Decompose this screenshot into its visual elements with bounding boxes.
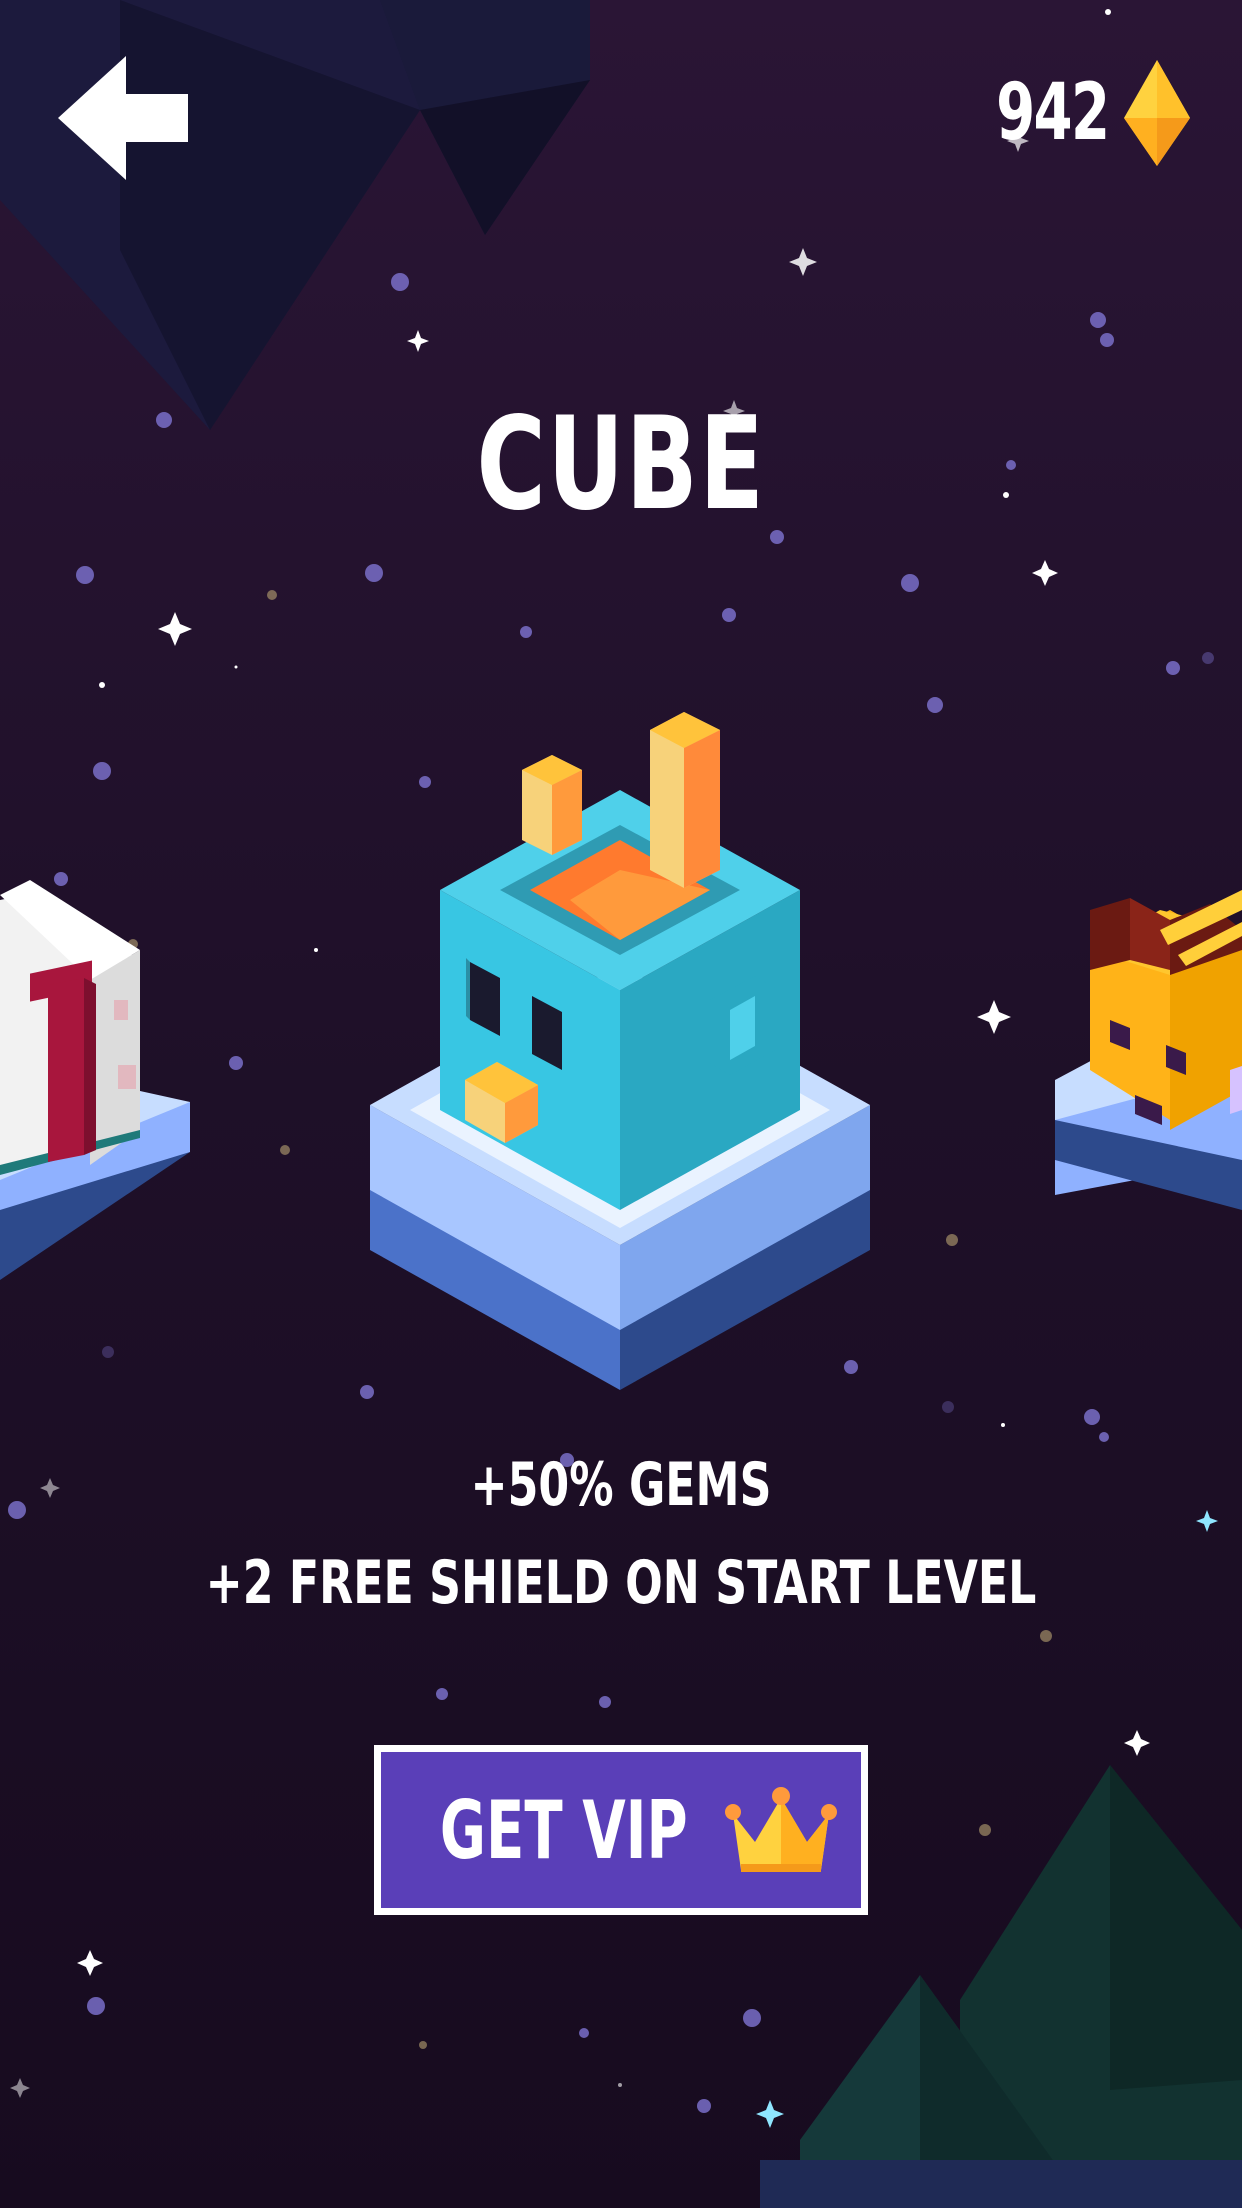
perk-gems: +50% GEMS xyxy=(470,1450,772,1520)
diamond-gem-icon xyxy=(1124,60,1190,166)
white-cube-character xyxy=(0,880,190,1280)
center-character[interactable] xyxy=(370,700,870,1400)
yellow-striped-cube-character xyxy=(1055,890,1242,1210)
perk-shield: +2 FREE SHIELD ON START LEVEL xyxy=(205,1548,1037,1618)
get-vip-label: GET VIP xyxy=(440,1783,688,1877)
crown-icon xyxy=(724,1787,837,1872)
character-name: CUBE xyxy=(476,390,766,539)
character-select-screen: 942 CUBE +50% GEMS +2 FREE SHIELD ON STA… xyxy=(0,0,1242,2208)
left-character-preview[interactable] xyxy=(0,880,200,1300)
right-character-preview[interactable] xyxy=(1050,870,1242,1290)
cyan-cube-character xyxy=(370,712,870,1390)
gem-count: 942 xyxy=(995,68,1110,158)
arrow-left-icon xyxy=(58,56,188,180)
back-button[interactable] xyxy=(58,56,198,180)
get-vip-button[interactable]: GET VIP xyxy=(374,1745,868,1915)
gem-counter: 942 xyxy=(968,58,1190,168)
